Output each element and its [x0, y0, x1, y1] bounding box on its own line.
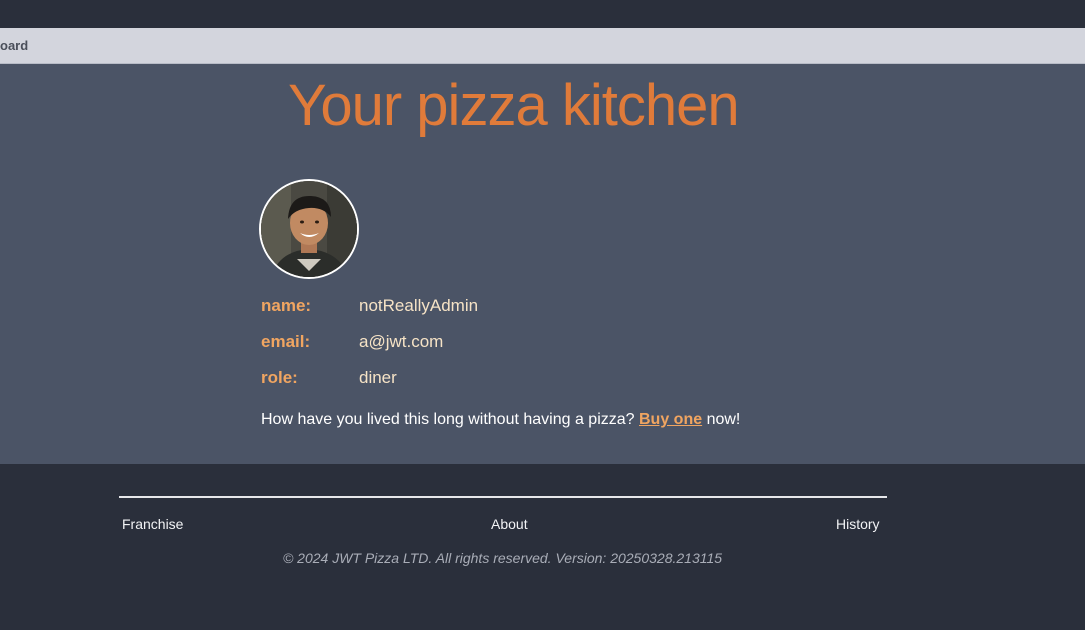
footer-link-history[interactable]: History — [836, 516, 880, 532]
email-label: email: — [261, 332, 311, 351]
footer-divider — [119, 496, 887, 498]
user-photo — [261, 181, 357, 277]
footer: Franchise About History © 2024 JWT Pizza… — [0, 464, 1085, 630]
footer-link-franchise[interactable]: Franchise — [122, 516, 183, 532]
avatar — [259, 179, 359, 279]
role-label: role: — [261, 368, 298, 387]
main-content: Your pizza kitchen name: notReallyAdmin … — [0, 64, 1085, 464]
name-label: name: — [261, 296, 312, 315]
cta-prefix: How have you lived this long without hav… — [261, 411, 639, 428]
name-value: notReallyAdmin — [359, 296, 479, 315]
breadcrumb: oard — [0, 28, 1085, 64]
footer-link-about[interactable]: About — [491, 516, 528, 532]
page-title: Your pizza kitchen — [288, 73, 740, 138]
buy-one-link[interactable]: Buy one — [639, 411, 702, 428]
cta-suffix: now! — [702, 411, 741, 428]
cta-message: How have you lived this long without hav… — [261, 411, 740, 429]
copyright-text: © 2024 JWT Pizza LTD. All rights reserve… — [282, 550, 723, 566]
top-bar — [0, 0, 1085, 28]
email-value: a@jwt.com — [359, 332, 444, 351]
role-value: diner — [359, 368, 397, 387]
breadcrumb-item-dashboard[interactable]: oard — [0, 38, 28, 53]
